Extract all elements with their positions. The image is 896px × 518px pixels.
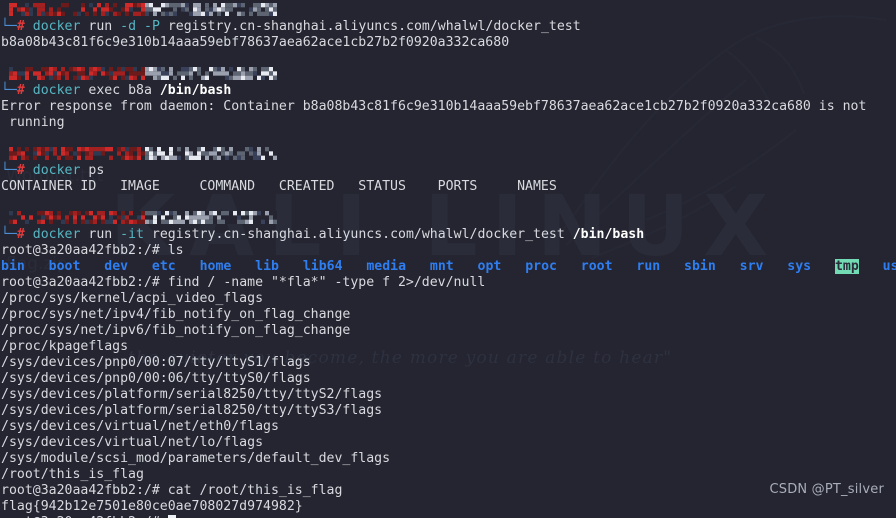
prompt-command-line: └─# docker exec b8a /bin/bash [1,83,232,98]
ls-entry-opt: opt [477,259,502,274]
prompt-corner-icon: └─ [1,83,17,98]
terminal-output-line: /proc/sys/net/ipv6/fib_notify_on_flag_ch… [1,323,351,338]
ls-entry-lib64: lib64 [302,259,343,274]
terminal-output-line: CONTAINER ID IMAGE COMMAND CREATED STATU… [1,179,557,194]
ls-entry-lib: lib [255,259,279,274]
terminal-output-line: /sys/devices/pnp0/00:06/tty/ttyS0/flags [1,371,311,386]
ls-entry-usr: usr [882,259,896,274]
ls-entry-boot: boot [48,259,81,274]
ls-gap [406,259,430,274]
ls-entry-proc: proc [525,259,557,274]
shell-command-name: docker [32,83,81,98]
ls-gap [716,259,740,274]
ls-entry-run: run [636,259,661,274]
prompt-hash-icon: # [16,163,25,178]
ls-entry-dev: dev [104,259,129,274]
shell-flag: -P [144,19,160,34]
terminal-output-line: /sys/devices/virtual/net/eth0/flags [1,419,279,434]
ls-gap [501,259,525,274]
ls-entry-root: root [580,259,613,274]
terminal-output-line: flag{942b12e7501e80ce0ae708027d974982} [1,499,303,514]
ls-output-line: bin boot dev etc home lib lib64 media mn… [0,259,896,275]
ls-gap [176,259,200,274]
shell-command-name: docker [32,227,81,242]
terminal-output-line: /root/this_is_flag [1,467,144,482]
prompt-line-redacted [0,3,896,19]
prompt-corner-icon: └─ [1,163,17,178]
prompt-hash-icon: # [16,19,25,34]
ls-gap [454,259,478,274]
ls-entry-mnt: mnt [429,259,454,274]
shell-flag: -it [120,227,144,242]
terminal-output[interactable]: └─# docker run -d -P registry.cn-shangha… [0,0,896,518]
container-prompt: root@3a20aa42fbb2:/# [1,483,160,498]
ls-entry-sys: sys [787,259,812,274]
ls-gap [80,259,104,274]
ls-gap [859,259,883,274]
ls-gap [25,259,49,274]
ls-gap [279,259,303,274]
prompt-line-redacted [0,211,896,227]
terminal-output-line: /sys/devices/virtual/net/lo/flags [1,435,264,450]
prompt-command-line: └─# docker ps [1,163,105,178]
container-prompt: root@3a20aa42fbb2:/# [1,275,160,290]
ls-entry-srv: srv [739,259,764,274]
shell-command-name: docker [32,163,81,178]
ls-entry-tmp: tmp [834,259,859,274]
container-prompt: root@3a20aa42fbb2:/# [1,243,160,258]
shell-command-bold-arg: /bin/bash [572,227,645,242]
ls-gap [660,259,684,274]
terminal-output-line: /sys/devices/pnp0/00:07/tty/ttyS1/flags [1,355,311,370]
container-prompt-line: root@3a20aa42fbb2:/# cat /root/this_is_f… [0,483,896,499]
container-prompt-line: root@3a20aa42fbb2:/# find / -name "*fla*… [0,275,896,291]
shell-command-name: docker [32,19,81,34]
prompt-line-redacted [0,147,896,163]
prompt-line-redacted [0,67,896,83]
terminal-output-line: /sys/devices/platform/serial8250/tty/tty… [1,387,383,402]
terminal-output-line: /sys/devices/platform/serial8250/tty/tty… [1,403,383,418]
terminal-output-line: Error response from daemon: Container b8… [1,99,867,114]
container-typed-command: cat /root/this_is_flag [159,483,343,498]
prompt-hash-icon: # [16,227,25,242]
prompt-hash-icon: # [16,83,25,98]
terminal-output-line: /proc/kpageflags [1,339,129,354]
ls-entry-sbin: sbin [684,259,716,274]
terminal-output-line: /sys/module/scsi_mod/parameters/default_… [1,451,391,466]
ls-entry-media: media [366,259,407,274]
prompt-corner-icon: └─ [1,227,17,242]
prompt-command-line: └─# docker run -d -P registry.cn-shangha… [1,19,581,34]
terminal-output-line: /proc/sys/net/ipv4/fib_notify_on_flag_ch… [1,307,351,322]
ls-gap [343,259,367,274]
terminal-output-line: /proc/sys/kernel/acpi_video_flags [1,291,264,306]
shell-flag: -d [120,19,137,34]
ls-gap [763,259,787,274]
ls-gap [231,259,255,274]
prompt-corner-icon: └─ [1,19,17,34]
ls-gap [557,259,581,274]
terminal-output-line: b8a08b43c81f6c9e310b14aaa59ebf78637aea62… [1,35,510,50]
container-typed-command: find / -name "*fla*" -type f 2>/dev/null [159,275,486,290]
terminal-output-line: running [1,115,65,130]
prompt-command-line: └─# docker run -it registry.cn-shanghai.… [1,227,645,242]
ls-gap [811,259,835,274]
csdn-attribution-watermark: CSDN @PT_silver [769,482,884,497]
shell-command-bold-arg: /bin/bash [159,83,232,98]
ls-gap [613,259,637,274]
ls-entry-home: home [199,259,232,274]
ls-entry-etc: etc [151,259,176,274]
ls-gap [128,259,152,274]
container-typed-command: ls [159,243,184,258]
container-prompt-line: root@3a20aa42fbb2:/# ls [0,243,896,259]
ls-entry-bin: bin [1,259,25,274]
